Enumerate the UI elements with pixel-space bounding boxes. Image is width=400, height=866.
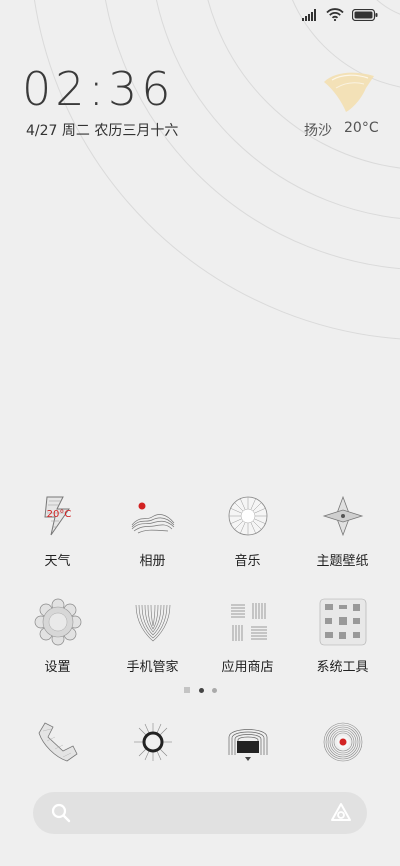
app-themes[interactable]: 主题壁纸 [299,488,387,594]
dock-phone[interactable] [14,712,102,772]
app-label: 设置 [44,660,71,675]
browser-icon [218,712,278,772]
weather-app-badge: 20°C [46,509,71,520]
app-settings[interactable]: 设置 [14,594,102,700]
dock-browser[interactable] [204,712,292,772]
clock-date[interactable]: 4/27 周二 农历三月十六 [26,120,178,140]
page-indicator[interactable] [0,686,400,694]
security-icon [125,594,181,650]
app-label: 天气 [44,554,71,569]
dock [0,712,400,772]
app-label: 系统工具 [316,660,369,675]
wifi-icon [326,8,344,21]
weather-location: 扬沙 [304,123,332,139]
app-label: 手机管家 [126,660,179,675]
app-label: 应用商店 [221,660,274,675]
page-dot-active[interactable] [199,687,204,693]
messages-icon [123,712,183,772]
app-label: 相册 [139,554,166,569]
weather-widget[interactable]: 扬沙 20°C [304,120,379,140]
dock-messages[interactable] [109,712,197,772]
music-icon [220,488,276,544]
sandstorm-icon[interactable] [320,68,376,114]
app-gallery[interactable]: 相册 [109,488,197,594]
weather-temperature: 20°C [344,120,379,136]
settings-icon [30,594,86,650]
app-security[interactable]: 手机管家 [109,594,197,700]
status-bar [0,0,400,34]
clock-time[interactable]: 02:36 [22,62,175,116]
search-bar[interactable] [33,792,367,834]
signal-icon [302,8,316,21]
app-weather[interactable]: 20°C 天气 [14,488,102,594]
phone-icon [28,712,88,772]
app-row: 设置 手机管家 应用商店 系统工具 [0,594,400,700]
tools-folder-icon [315,594,371,650]
app-grid: 20°C 天气 相册 音乐 主题壁纸 设置 手机管家 应用商店 系统工具 [0,488,400,700]
app-label: 主题壁纸 [316,554,369,569]
assistant-icon[interactable] [329,801,353,825]
page-dot[interactable] [212,687,217,693]
camera-icon [313,712,373,772]
app-label: 音乐 [234,554,261,569]
page-list-icon[interactable] [183,686,191,694]
dock-camera[interactable] [299,712,387,772]
search-icon [51,803,71,823]
app-store[interactable]: 应用商店 [204,594,292,700]
battery-icon [352,8,378,21]
app-store-icon [220,594,276,650]
weather-app-icon: 20°C [30,488,86,544]
themes-icon [315,488,371,544]
app-tools-folder[interactable]: 系统工具 [299,594,387,700]
app-row: 20°C 天气 相册 音乐 主题壁纸 [0,488,400,594]
app-music[interactable]: 音乐 [204,488,292,594]
gallery-icon [125,488,181,544]
